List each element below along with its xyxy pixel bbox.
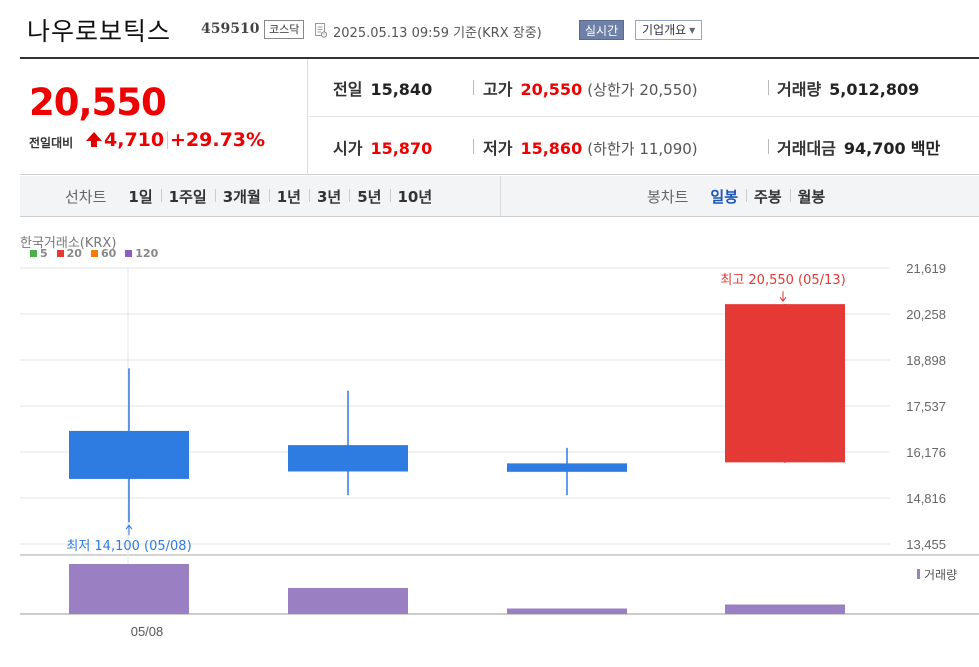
high-annotation: 최고 20,550 (05/13) (720, 273, 845, 288)
high-label: 고가 (483, 80, 513, 99)
tab-1d[interactable]: 1일 (120, 186, 160, 207)
candlestick-chart: 21,619 20,258 18,898 17,537 16,176 14,816 13,4… (0, 218, 979, 667)
divider (768, 139, 769, 154)
chart-canvas: 21,619 20,258 18,898 17,537 16,176 14,816 13,4… (20, 261, 979, 639)
change-percent: +29.73% (170, 129, 266, 151)
tab-weekly[interactable]: 주봉 (746, 186, 790, 207)
legend-swatch (30, 250, 37, 257)
company-overview-label: 기업개요 (642, 23, 687, 37)
candle-body (69, 430, 189, 479)
line-chart-title: 선차트 (65, 187, 107, 206)
ma-legend-item: 60 (90, 247, 117, 260)
candle-chart-tabs: 봉차트 일봉 주봉 월봉 (647, 176, 833, 216)
company-overview-button[interactable]: 기업개요 ▼ (635, 20, 703, 40)
ma-legend-item: 5 (30, 247, 48, 260)
divider (500, 176, 501, 216)
up-arrow-icon (86, 132, 102, 147)
open-stat: 시가 15,870 (333, 135, 432, 159)
chart-period-tabs: 선차트 1일 1주일 3개월 1년 3년 5년 10년 봉차트 일봉 주봉 월봉 (20, 176, 979, 217)
legend-label: 60 (100, 247, 117, 260)
legend-swatch (125, 250, 133, 257)
legend-label: 120 (135, 247, 159, 260)
legend-label: 5 (40, 247, 48, 260)
y-tick-label: 21,619 (906, 261, 946, 276)
stock-code: 459510 (201, 21, 260, 37)
tab-10y[interactable]: 10년 (389, 186, 441, 207)
divider (167, 131, 168, 149)
price-stats-grid: 전일 15,840 고가 20,550 (상한가 20,550) 거래량 5,012,… (309, 59, 979, 175)
current-price-box: 20,550 전일대비 4,710 +29.73% (20, 59, 308, 175)
amount-stat: 거래대금 94,700 백만 (777, 135, 940, 159)
volume-bar (725, 604, 845, 614)
ma-legend: 5 20 60 120 (30, 247, 158, 260)
prev-close-stat: 전일 15,840 (333, 76, 432, 100)
divider (309, 116, 979, 117)
divider (473, 80, 474, 95)
volume-value: 5,012,809 (829, 80, 920, 99)
candle-body (288, 445, 408, 472)
high-value: 20,550 (520, 80, 583, 99)
stock-name: 나우로보틱스 (27, 17, 172, 46)
volume-legend-label: 거래량 (924, 568, 957, 582)
amount-value: 94,700 (843, 139, 906, 158)
document-icon (315, 23, 327, 38)
tab-5y[interactable]: 5년 (349, 186, 389, 207)
x-tick-label: 05/08 (131, 624, 164, 639)
tab-3y[interactable]: 3년 (309, 186, 349, 207)
volume-bar (507, 608, 627, 614)
prev-close-label: 전일 (333, 80, 363, 99)
tab-3m[interactable]: 3개월 (214, 186, 269, 207)
tab-1w[interactable]: 1주일 (160, 186, 215, 207)
tab-daily[interactable]: 일봉 (702, 186, 746, 207)
open-label: 시가 (333, 139, 363, 158)
line-chart-tabs: 선차트 1일 1주일 3개월 1년 3년 5년 10년 (65, 176, 440, 216)
low-label: 저가 (483, 139, 513, 158)
upper-limit: (상한가 20,550) (587, 81, 698, 99)
price-panel: 20,550 전일대비 4,710 +29.73% 전일 15,840 고가 20,… (20, 57, 979, 175)
realtime-button[interactable]: 실시간 (579, 20, 625, 40)
candle-chart-title: 봉차트 (647, 187, 689, 206)
y-tick-label: 16,176 (906, 445, 946, 460)
volume-stat: 거래량 5,012,809 (777, 76, 919, 100)
y-tick-label: 20,258 (906, 307, 946, 322)
low-value: 15,860 (520, 139, 583, 158)
ma-legend-item: 20 (56, 247, 82, 260)
legend-swatch (90, 250, 98, 257)
low-annotation: 최저 14,100 (05/08) (66, 539, 191, 554)
volume-legend-swatch (917, 569, 920, 579)
quote-timestamp: 2025.05.13 09:59 기준(KRX 장중) (333, 26, 542, 41)
chevron-down-icon: ▼ (689, 25, 696, 35)
stock-header: 나우로보틱스 459510 코스닥 2025.05.13 09:59 기준(KR… (0, 0, 979, 58)
volume-bar (69, 564, 189, 614)
lower-limit: (하한가 11,090) (587, 140, 698, 158)
amount-unit: 백만 (910, 139, 941, 158)
tab-monthly[interactable]: 월봉 (789, 186, 834, 207)
candle-body (507, 463, 627, 472)
high-stat: 고가 20,550 (상한가 20,550) (483, 76, 698, 100)
divider (768, 80, 769, 95)
current-price: 20,550 (29, 81, 167, 124)
amount-label: 거래대금 (777, 139, 836, 158)
legend-label: 20 (66, 247, 82, 260)
prev-close-value: 15,840 (370, 80, 433, 99)
y-tick-label: 13,455 (906, 537, 946, 552)
low-stat: 저가 15,860 (하한가 11,090) (483, 135, 698, 159)
y-tick-label: 18,898 (906, 353, 946, 368)
candle-body (725, 304, 845, 463)
y-tick-label: 14,816 (906, 491, 946, 506)
divider (473, 139, 474, 154)
change-label: 전일대비 (29, 136, 74, 150)
open-value: 15,870 (370, 139, 433, 158)
y-tick-label: 17,537 (906, 399, 946, 414)
market-badge: 코스닥 (264, 20, 305, 39)
volume-label: 거래량 (777, 80, 822, 99)
legend-swatch (56, 250, 64, 257)
tab-1y[interactable]: 1년 (268, 186, 309, 207)
ma-legend-item: 120 (125, 247, 158, 260)
volume-bar (288, 588, 408, 614)
change-value: 4,710 (104, 129, 165, 151)
